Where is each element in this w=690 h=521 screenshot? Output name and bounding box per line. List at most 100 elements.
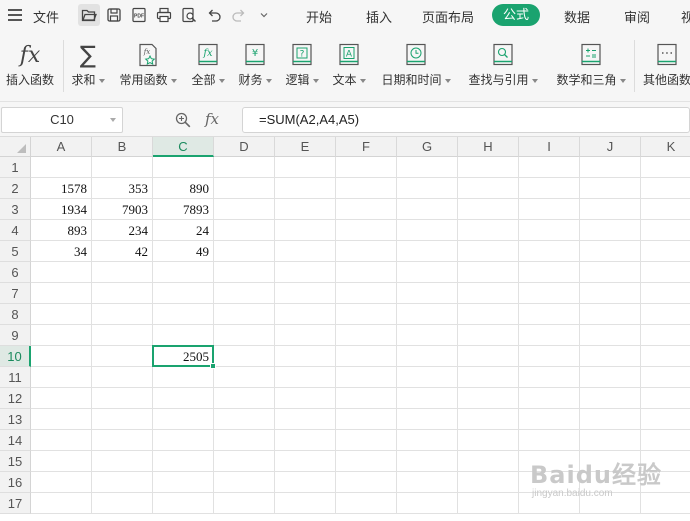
- cell-k10[interactable]: [641, 346, 690, 367]
- row-header-14[interactable]: 14: [0, 430, 31, 451]
- row-header-13[interactable]: 13: [0, 409, 31, 430]
- cell-d7[interactable]: [214, 283, 275, 304]
- cell-g17[interactable]: [397, 493, 458, 514]
- cell-d6[interactable]: [214, 262, 275, 283]
- cell-e10[interactable]: [275, 346, 336, 367]
- cell-c9[interactable]: [153, 325, 214, 346]
- cell-a4[interactable]: 893: [31, 220, 92, 241]
- cell-b13[interactable]: [92, 409, 153, 430]
- cell-f10[interactable]: [336, 346, 397, 367]
- cell-j9[interactable]: [580, 325, 641, 346]
- cell-i17[interactable]: [519, 493, 580, 514]
- cell-f12[interactable]: [336, 388, 397, 409]
- cell-e3[interactable]: [275, 199, 336, 220]
- cell-i6[interactable]: [519, 262, 580, 283]
- cell-i4[interactable]: [519, 220, 580, 241]
- cell-h15[interactable]: [458, 451, 519, 472]
- customize-dropdown-icon[interactable]: [253, 4, 275, 26]
- cell-h9[interactable]: [458, 325, 519, 346]
- cell-b2[interactable]: 353: [92, 178, 153, 199]
- lookup-reference-functions-button[interactable]: 查找与引用: [465, 30, 541, 102]
- cell-f17[interactable]: [336, 493, 397, 514]
- more-functions-button[interactable]: 其他函数: [639, 30, 690, 102]
- cell-b5[interactable]: 42: [92, 241, 153, 262]
- undo-icon[interactable]: [203, 4, 225, 26]
- cell-b8[interactable]: [92, 304, 153, 325]
- cell-e13[interactable]: [275, 409, 336, 430]
- cell-j4[interactable]: [580, 220, 641, 241]
- cell-a6[interactable]: [31, 262, 92, 283]
- cell-d5[interactable]: [214, 241, 275, 262]
- cell-d4[interactable]: [214, 220, 275, 241]
- cell-c10[interactable]: 2505: [153, 346, 214, 367]
- cell-g2[interactable]: [397, 178, 458, 199]
- column-header-h[interactable]: H: [458, 137, 519, 157]
- cell-f2[interactable]: [336, 178, 397, 199]
- cell-b6[interactable]: [92, 262, 153, 283]
- insert-function-button[interactable]: fx 插入函数: [4, 30, 56, 102]
- cell-b11[interactable]: [92, 367, 153, 388]
- cell-a13[interactable]: [31, 409, 92, 430]
- cell-a1[interactable]: [31, 157, 92, 178]
- tab-page-layout[interactable]: 页面布局: [422, 7, 474, 26]
- row-header-9[interactable]: 9: [0, 325, 31, 346]
- cell-a12[interactable]: [31, 388, 92, 409]
- cell-b3[interactable]: 7903: [92, 199, 153, 220]
- row-header-16[interactable]: 16: [0, 472, 31, 493]
- zoom-icon[interactable]: [174, 111, 192, 129]
- cell-f6[interactable]: [336, 262, 397, 283]
- cell-j7[interactable]: [580, 283, 641, 304]
- financial-functions-button[interactable]: ¥ 财务: [236, 30, 274, 102]
- cell-d17[interactable]: [214, 493, 275, 514]
- cell-h13[interactable]: [458, 409, 519, 430]
- column-header-j[interactable]: J: [580, 137, 641, 157]
- common-functions-button[interactable]: fx 常用函数: [116, 30, 180, 102]
- cell-c16[interactable]: [153, 472, 214, 493]
- cell-e15[interactable]: [275, 451, 336, 472]
- cell-c17[interactable]: [153, 493, 214, 514]
- cell-i1[interactable]: [519, 157, 580, 178]
- tab-view[interactable]: 视: [681, 7, 690, 26]
- cell-d3[interactable]: [214, 199, 275, 220]
- row-header-4[interactable]: 4: [0, 220, 31, 241]
- tab-insert[interactable]: 插入: [366, 7, 392, 26]
- print-icon[interactable]: [153, 4, 175, 26]
- cell-f8[interactable]: [336, 304, 397, 325]
- save-icon[interactable]: [103, 4, 125, 26]
- folder-open-icon[interactable]: [78, 4, 100, 26]
- row-header-10[interactable]: 10: [0, 346, 31, 367]
- cell-k15[interactable]: [641, 451, 690, 472]
- cell-b16[interactable]: [92, 472, 153, 493]
- cell-g13[interactable]: [397, 409, 458, 430]
- cell-a17[interactable]: [31, 493, 92, 514]
- cell-c14[interactable]: [153, 430, 214, 451]
- cell-h5[interactable]: [458, 241, 519, 262]
- cell-k7[interactable]: [641, 283, 690, 304]
- cell-i16[interactable]: [519, 472, 580, 493]
- cell-f1[interactable]: [336, 157, 397, 178]
- cell-h10[interactable]: [458, 346, 519, 367]
- cell-b7[interactable]: [92, 283, 153, 304]
- redo-icon[interactable]: [228, 4, 250, 26]
- cell-d2[interactable]: [214, 178, 275, 199]
- cell-a14[interactable]: [31, 430, 92, 451]
- cell-i10[interactable]: [519, 346, 580, 367]
- cell-f11[interactable]: [336, 367, 397, 388]
- cell-g5[interactable]: [397, 241, 458, 262]
- row-header-5[interactable]: 5: [0, 241, 31, 262]
- spreadsheet-grid[interactable]: A B C D E F G H I J K 1 2 1578 353 890 3 1934 7903 7893 4 893…: [0, 137, 690, 521]
- cell-h6[interactable]: [458, 262, 519, 283]
- cell-d9[interactable]: [214, 325, 275, 346]
- cell-h8[interactable]: [458, 304, 519, 325]
- cell-d8[interactable]: [214, 304, 275, 325]
- cell-i11[interactable]: [519, 367, 580, 388]
- cell-d10[interactable]: [214, 346, 275, 367]
- cell-e14[interactable]: [275, 430, 336, 451]
- cell-j11[interactable]: [580, 367, 641, 388]
- cell-g15[interactable]: [397, 451, 458, 472]
- cell-k5[interactable]: [641, 241, 690, 262]
- cell-d1[interactable]: [214, 157, 275, 178]
- cell-h17[interactable]: [458, 493, 519, 514]
- cell-j17[interactable]: [580, 493, 641, 514]
- cell-j8[interactable]: [580, 304, 641, 325]
